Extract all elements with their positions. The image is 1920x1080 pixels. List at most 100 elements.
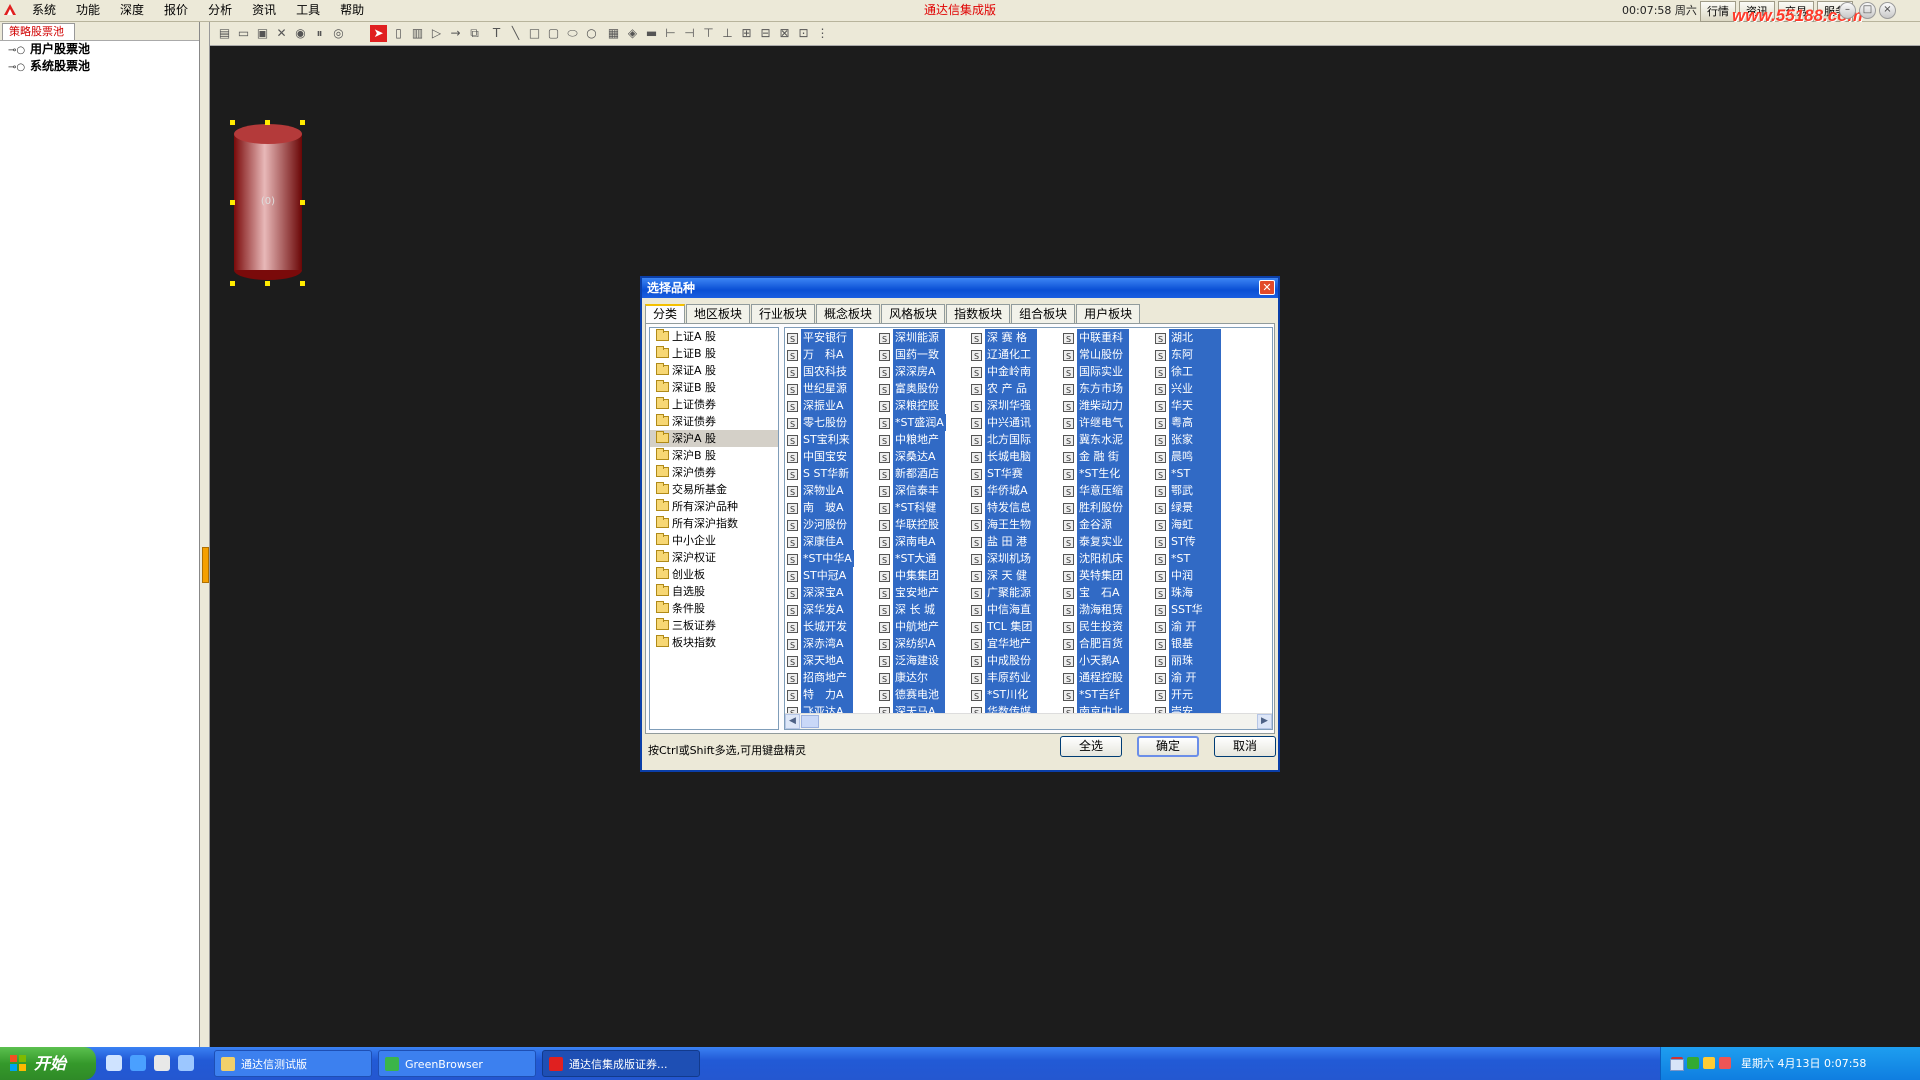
stock-item[interactable]: S 中成股份	[971, 652, 1061, 669]
stock-item[interactable]: S 新都酒店	[879, 465, 969, 482]
stock-item[interactable]: S 小天鹅A	[1063, 652, 1153, 669]
menu-function[interactable]: 功能	[66, 0, 110, 22]
stock-item[interactable]: S 深深宝A	[787, 584, 877, 601]
stock-item[interactable]: S 深圳能源	[879, 329, 969, 346]
stock-item[interactable]: S *ST川化	[971, 686, 1061, 703]
stock-item[interactable]: S 胜利股份	[1063, 499, 1153, 516]
stock-item[interactable]: S 中航地产	[879, 618, 969, 635]
dialog-titlebar[interactable]: 选择品种 ✕	[642, 278, 1278, 298]
stock-item[interactable]: S万 科A	[787, 346, 877, 363]
maximize-icon[interactable]: □	[1859, 2, 1876, 19]
stock-item[interactable]: S 深深房A	[879, 363, 969, 380]
stock-item[interactable]: S 兴业	[1155, 380, 1245, 397]
category-item[interactable]: 深证债券	[650, 413, 778, 430]
stock-item[interactable]: S 珠海	[1155, 584, 1245, 601]
menu-help[interactable]: 帮助	[330, 0, 374, 22]
category-item[interactable]: 三板证券	[650, 617, 778, 634]
stock-item[interactable]: S 华联控股	[879, 516, 969, 533]
stock-item[interactable]: S金 融 街	[1063, 448, 1153, 465]
stock-item[interactable]: S 渤海租赁	[1063, 601, 1153, 618]
category-item[interactable]: 所有深沪指数	[650, 515, 778, 532]
stock-item[interactable]: S 深赤湾A	[787, 635, 877, 652]
align-bottom-icon[interactable]: ⊟	[757, 25, 774, 42]
stock-item[interactable]: S ST中冠A	[787, 567, 877, 584]
stock-item[interactable]: S 富奥股份	[879, 380, 969, 397]
save-icon[interactable]: ▣	[254, 25, 271, 42]
menu-quote[interactable]: 报价	[154, 0, 198, 22]
stock-item[interactable]: S 晨鸣	[1155, 448, 1245, 465]
stock-item[interactable]: S 东方市场	[1063, 380, 1153, 397]
circle-tool-icon[interactable]: ○	[583, 25, 600, 42]
stock-item[interactable]: S 华天	[1155, 397, 1245, 414]
horizontal-scrollbar[interactable]: ◀ ▶	[785, 713, 1272, 729]
stock-item[interactable]: S 深圳机场	[971, 550, 1061, 567]
stock-item[interactable]: S *ST中华A	[787, 550, 877, 567]
align-left-icon[interactable]: ⊢	[662, 25, 679, 42]
stock-item[interactable]: S 许继电气	[1063, 414, 1153, 431]
resize-handle[interactable]	[230, 281, 235, 286]
stock-item[interactable]: S 沈阳机床	[1063, 550, 1153, 567]
stock-item[interactable]: S 中润	[1155, 567, 1245, 584]
stock-item[interactable]: S 深康佳A	[787, 533, 877, 550]
tab-style[interactable]: 风格板块	[881, 304, 946, 324]
stock-item[interactable]: S渝 开	[1155, 669, 1245, 686]
align-center-icon[interactable]: ⊣	[681, 25, 698, 42]
stock-item[interactable]: S 合肥百货	[1063, 635, 1153, 652]
stock-item[interactable]: S 深南电A	[879, 533, 969, 550]
stock-item[interactable]: S 深华发A	[787, 601, 877, 618]
stock-item[interactable]: S 长城电脑	[971, 448, 1061, 465]
line-width-icon[interactable]: ▬	[643, 25, 660, 42]
start-button[interactable]: 开始	[0, 1047, 96, 1080]
category-item[interactable]: 中小企业	[650, 532, 778, 549]
category-item[interactable]: 深沪B 股	[650, 447, 778, 464]
stock-item[interactable]: S 粤高	[1155, 414, 1245, 431]
stock-item[interactable]: S 中兴通讯	[971, 414, 1061, 431]
category-item[interactable]: 条件股	[650, 600, 778, 617]
taskbar-item-test[interactable]: 通达信测试版	[214, 1050, 372, 1077]
tab-user[interactable]: 用户板块	[1076, 304, 1141, 324]
keyboard-layout-icon[interactable]	[1670, 1059, 1684, 1071]
stock-item[interactable]: S 常山股份	[1063, 346, 1153, 363]
category-item[interactable]: 深沪权证	[650, 549, 778, 566]
stock-item[interactable]: S 英特集团	[1063, 567, 1153, 584]
stock-item[interactable]: S 徐工	[1155, 363, 1245, 380]
stock-item[interactable]: S 国药一致	[879, 346, 969, 363]
select-pointer-icon[interactable]: ➤	[370, 25, 387, 42]
copy-icon[interactable]: ⧉	[466, 25, 483, 42]
stock-item[interactable]: S 零七股份	[787, 414, 877, 431]
stock-item[interactable]: S特 力A	[787, 686, 877, 703]
tab-industry[interactable]: 行业板块	[751, 304, 816, 324]
align-middle-icon[interactable]: ⊞	[738, 25, 755, 42]
stock-item[interactable]: S 德赛电池	[879, 686, 969, 703]
scroll-right-icon[interactable]: ▶	[1257, 714, 1272, 729]
stock-item[interactable]: S 深粮控股	[879, 397, 969, 414]
stock-item[interactable]: S宝 石A	[1063, 584, 1153, 601]
category-item[interactable]: 深证A 股	[650, 362, 778, 379]
menu-system[interactable]: 系统	[22, 0, 66, 22]
stock-item[interactable]: S 广聚能源	[971, 584, 1061, 601]
stock-item[interactable]: S 长城开发	[787, 618, 877, 635]
stock-item[interactable]: S 宜华地产	[971, 635, 1061, 652]
stock-item[interactable]: S 深物业A	[787, 482, 877, 499]
open-file-icon[interactable]: ▭	[235, 25, 252, 42]
browser-shortcut-icon[interactable]	[178, 1055, 194, 1071]
stock-item[interactable]: S 沙河股份	[787, 516, 877, 533]
resize-handle[interactable]	[265, 120, 270, 125]
stock-item[interactable]: S 深纺织A	[879, 635, 969, 652]
category-list[interactable]: 上证A 股上证B 股深证A 股深证B 股上证债券 深证债券 深沪A 股深沪B 股深沪…	[649, 327, 779, 730]
stock-item[interactable]: S ST华赛	[971, 465, 1061, 482]
tree-item-system-pool[interactable]: ⊸○ 系统股票池	[0, 58, 199, 75]
stock-item[interactable]: S *ST	[1155, 550, 1245, 567]
stock-item[interactable]: S 潍柴动力	[1063, 397, 1153, 414]
stock-item[interactable]: S 深天地A	[787, 652, 877, 669]
line-tool-icon[interactable]: ╲	[507, 25, 524, 42]
stock-item[interactable]: S 张家	[1155, 431, 1245, 448]
stock-item[interactable]: S 特发信息	[971, 499, 1061, 516]
same-size-icon[interactable]: ⋮	[814, 25, 831, 42]
rect-tool-icon[interactable]: □	[526, 25, 543, 42]
stock-item[interactable]: S ST传	[1155, 533, 1245, 550]
play-icon[interactable]: ▷	[428, 25, 445, 42]
menu-tools[interactable]: 工具	[286, 0, 330, 22]
close-window-icon[interactable]: ×	[1879, 2, 1896, 19]
stock-item[interactable]: S 金谷源	[1063, 516, 1153, 533]
